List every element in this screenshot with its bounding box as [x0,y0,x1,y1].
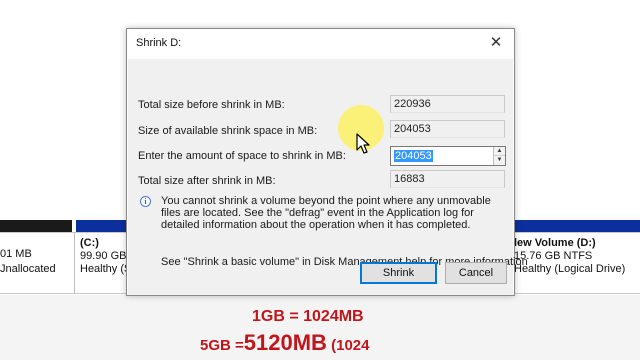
amount-spinbox[interactable]: 204053 ▲ ▼ [390,146,506,166]
c-drive-status: Healthy (S [80,263,132,275]
amount-label: Enter the amount of space to shrink in M… [138,150,346,162]
caption-suffix: (1024 [326,337,370,354]
caption-big: 5120MB [243,330,327,355]
mouse-cursor-icon [356,133,370,154]
new-volume-status: Healthy (Logical Drive) [514,263,626,275]
new-volume-name[interactable]: lew Volume (D:) [514,237,596,249]
caption-line-2: 5GB =5120MB (1024 [200,330,369,356]
unallocated-label: Jnallocated [0,263,56,275]
total-after-value: 16883 [390,170,505,188]
info-icon: i [140,196,151,207]
c-drive-name[interactable]: (C:) [80,237,99,249]
close-icon[interactable]: ✕ [488,35,504,51]
shrink-button[interactable]: Shrink [360,262,437,284]
dialog-title-bar[interactable]: Shrink D: ✕ [127,29,514,59]
total-before-value: 220936 [390,95,505,113]
shrink-dialog: Shrink D: ✕ Total size before shrink in … [126,28,528,296]
unallocated-bar [0,220,72,232]
info-message: You cannot shrink a volume beyond the po… [161,195,491,231]
dialog-body: Total size before shrink in MB: 220936 S… [128,59,528,295]
available-value: 204053 [390,120,505,138]
total-before-label: Total size before shrink in MB: [138,99,285,111]
total-after-label: Total size after shrink in MB: [138,175,276,187]
dialog-title: Shrink D: [136,37,182,49]
partition-divider [74,232,75,294]
unallocated-size: 01 MB [0,248,32,260]
spin-down-icon[interactable]: ▼ [494,156,505,165]
available-label: Size of available shrink space in MB: [138,125,318,137]
spin-up-icon[interactable]: ▲ [494,147,505,156]
spin-buttons: ▲ ▼ [493,147,505,165]
caption-line-1: 1GB = 1024MB [252,308,364,325]
amount-input[interactable]: 204053 [394,150,433,162]
cancel-button[interactable]: Cancel [445,262,507,284]
caption-prefix: 5GB = [200,337,244,354]
